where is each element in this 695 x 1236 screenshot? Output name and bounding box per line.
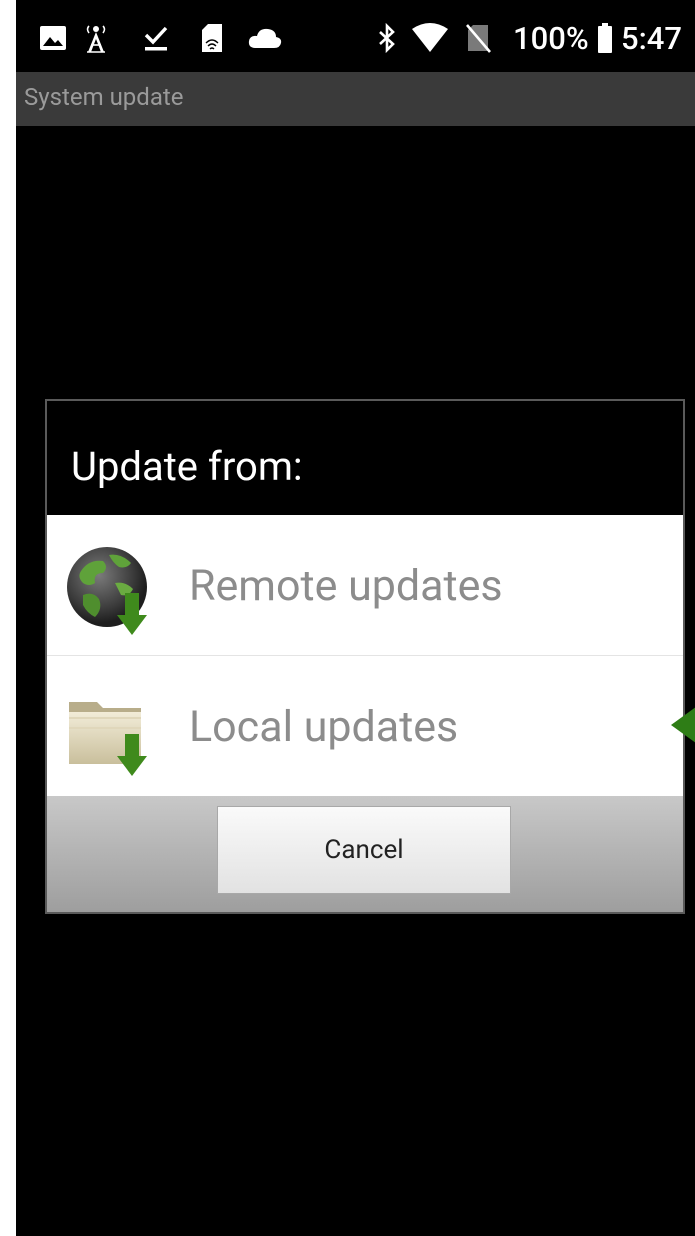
- local-updates-option[interactable]: Local updates: [47, 656, 683, 796]
- remote-updates-option[interactable]: Remote updates: [47, 515, 683, 656]
- local-updates-label: Local updates: [189, 702, 459, 752]
- status-time: 5:47: [621, 20, 683, 57]
- pointer-arrow-icon: [671, 707, 695, 743]
- image-icon: [38, 22, 68, 54]
- device-screen: 100% 5:47 System update Update from: Rem…: [16, 0, 695, 1236]
- update-options-list: Remote updates Local updates: [47, 515, 683, 796]
- wifi-icon: [410, 22, 450, 54]
- cloud-icon: [246, 22, 284, 54]
- no-sim-icon: [464, 22, 492, 54]
- battery-full-icon: [596, 22, 614, 54]
- cell-tower-icon: [82, 22, 110, 54]
- download-done-icon: [142, 22, 170, 54]
- cancel-button[interactable]: Cancel: [217, 806, 511, 894]
- globe-download-icon: [63, 543, 159, 639]
- update-source-dialog: Update from: Remote updates Local update…: [45, 399, 685, 914]
- app-title-bar: System update: [16, 72, 695, 126]
- remote-updates-label: Remote updates: [189, 561, 503, 611]
- sd-card-icon: [200, 22, 224, 54]
- dialog-button-bar: Cancel: [47, 796, 683, 912]
- bluetooth-icon: [376, 22, 398, 54]
- status-bar: 100% 5:47: [16, 0, 695, 72]
- page-title: System update: [24, 83, 184, 111]
- dialog-title: Update from:: [71, 443, 303, 490]
- folder-download-icon: [63, 684, 159, 780]
- battery-percent: 100%: [513, 20, 589, 57]
